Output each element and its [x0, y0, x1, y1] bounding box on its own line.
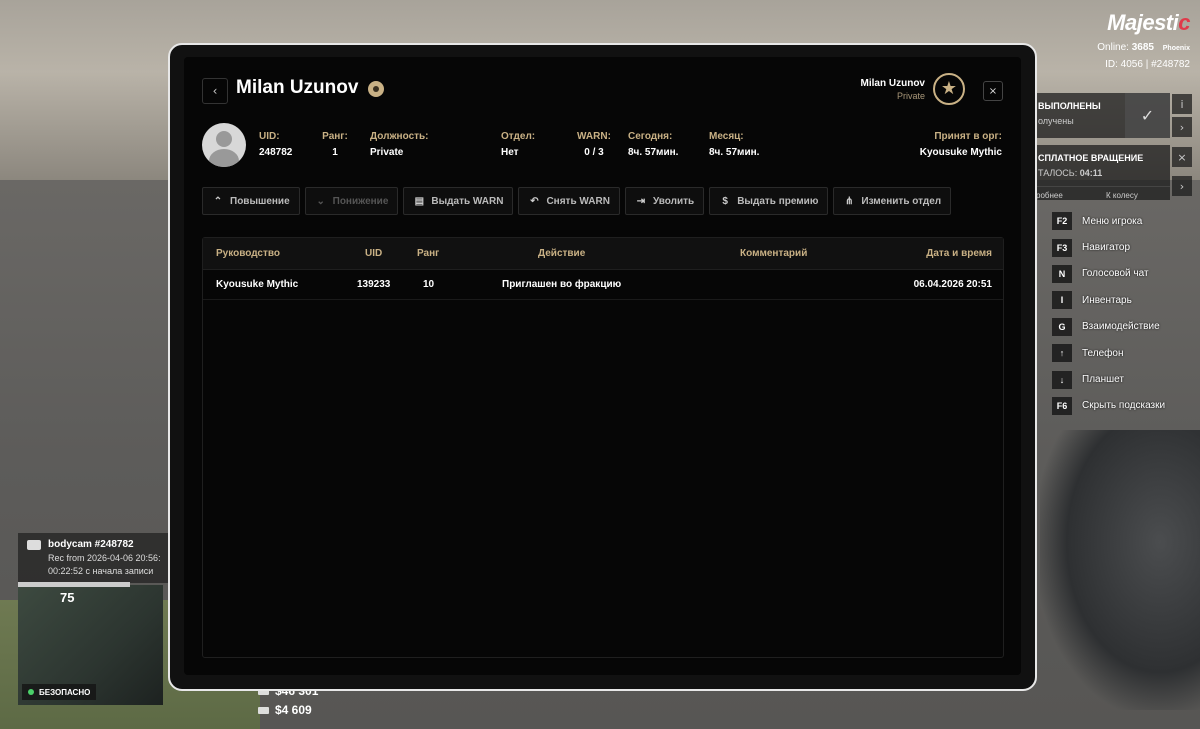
column-header-uid: UID [365, 248, 383, 259]
close-button[interactable]: × [983, 81, 1003, 101]
chevron-left-icon: ‹ [212, 84, 218, 98]
info-icon[interactable]: i [1172, 94, 1192, 114]
column-header-leader: Руководство [216, 248, 281, 259]
cell-leader: Kyousuke Mythic [216, 279, 299, 290]
coin-icon: $ [722, 195, 728, 207]
online-counter: Online: 3685 Phoenix [1097, 42, 1190, 53]
close-icon: × [988, 85, 998, 97]
hud-brand: Majestic Online: 3685 Phoenix ID: 4056 |… [1097, 10, 1190, 70]
status-dot-icon [28, 689, 34, 695]
remove-warn-button[interactable]: ↶ Снять WARN [518, 187, 620, 215]
info-warn: WARN: 0 / 3 [577, 131, 611, 158]
star-emblem-icon: ★ [933, 73, 965, 105]
history-table: Руководство UID Ранг Действие Комментари… [202, 237, 1004, 658]
table-header: Руководство UID Ранг Действие Комментари… [203, 238, 1003, 270]
undo-icon: ↶ [530, 195, 539, 207]
chevron-up-icon: ⌃ [213, 195, 223, 207]
column-header-action: Действие [538, 248, 586, 259]
quest-card-free-spin[interactable]: СПЛАТНОЕ ВРАЩЕНИЕ ТАЛОСЬ: 04:11 робнее К… [1030, 145, 1170, 200]
hotkey-row: ↓ Планшет [1052, 366, 1200, 392]
hotkey-row: ↑ Телефон [1052, 340, 1200, 366]
action-bar: ⌃ Повышение ⌄ Понижение ▤ Выдать WARN ↶ Снят… [202, 187, 952, 215]
cell-uid: 139233 [357, 279, 391, 290]
hotkey-row: N Голосовой чат [1052, 261, 1200, 287]
server-name: Phoenix [1162, 45, 1190, 52]
hotkey-row: F3 Навигатор [1052, 234, 1200, 260]
page-title: Milan Uzunov [236, 77, 359, 98]
hotkey-row: F6 Скрыть подсказки [1052, 393, 1200, 419]
info-post: Должность: Private [370, 131, 429, 158]
camera-icon [27, 540, 41, 550]
info-uid: UID: 248782 [259, 131, 293, 158]
brand-logo: Majestic [1107, 10, 1190, 35]
details-button[interactable]: робнее [1030, 187, 1100, 204]
give-warn-button[interactable]: ▤ Выдать WARN [403, 187, 514, 215]
column-header-rank: Ранг [417, 248, 440, 259]
chevron-right-icon[interactable]: › [1172, 176, 1192, 196]
bank-amount: $4 609 [258, 703, 312, 717]
demote-button[interactable]: ⌄ Понижение [304, 187, 399, 215]
player-id-line: ID: 4056 | #248782 [1105, 59, 1190, 70]
user-badge-icon [368, 81, 384, 97]
close-icon[interactable]: × [1172, 147, 1192, 167]
health-bar [18, 582, 130, 587]
hotkey-row: I Инвентарь [1052, 287, 1200, 313]
member-profile-modal: ‹ Milan Uzunov Milan Uzunov Private ★ × … [168, 43, 1037, 691]
info-invited-by: Принят в орг: Kyousuke Mythic [919, 131, 1002, 158]
chevron-right-icon[interactable]: › [1172, 117, 1192, 137]
chevron-down-icon: ⌄ [316, 195, 325, 207]
background-car [1040, 430, 1200, 710]
check-icon: ✓ [1125, 93, 1170, 138]
hierarchy-icon: ⋔ [845, 195, 854, 207]
cell-rank: 10 [423, 279, 435, 290]
document-icon: ▤ [414, 195, 425, 207]
column-header-comment: Комментарий [740, 248, 808, 259]
modal-content: ‹ Milan Uzunov Milan Uzunov Private ★ × … [184, 57, 1021, 675]
hotkey-row: G Взаимодействие [1052, 314, 1200, 340]
change-department-button[interactable]: ⋔ Изменить отдел [833, 187, 952, 215]
give-bonus-button[interactable]: $ Выдать премию [709, 187, 829, 215]
info-department: Отдел: Нет [501, 131, 536, 158]
table-row[interactable]: Kyousuke Mythic 139233 10 Приглашен во ф… [203, 269, 1003, 300]
speed-readout: 75 [60, 590, 75, 605]
card-icon [258, 706, 269, 714]
back-button[interactable]: ‹ [202, 78, 228, 104]
hotkey-row: F2 Меню игрока [1052, 208, 1200, 234]
exit-door-icon: ⇥ [636, 195, 646, 207]
bodycam-overlay: bodycam #248782 Rec from 2026-04-06 20:5… [18, 533, 168, 583]
to-wheel-button[interactable]: К колесу [1100, 187, 1170, 204]
quest-card-completed[interactable]: ВЫПОЛНЕНЫ олучены ✓ [1030, 93, 1170, 138]
avatar [202, 123, 246, 167]
cell-datetime: 06.04.2026 20:51 [913, 279, 992, 290]
info-month: Месяц: 8ч. 57мин. [709, 131, 760, 158]
info-rank: Ранг: 1 [322, 131, 348, 158]
fire-button[interactable]: ⇥ Уволить [624, 187, 705, 215]
column-header-datetime: Дата и время [926, 248, 992, 259]
info-today: Сегодня: 8ч. 57мин. [628, 131, 679, 158]
current-user: Milan Uzunov Private [860, 78, 925, 101]
safe-zone-badge: БЕЗОПАСНО [22, 684, 97, 700]
hotkey-hints: F2 Меню игрока F3 Навигатор N Голосовой чат… [1052, 208, 1200, 419]
promote-button[interactable]: ⌃ Повышение [202, 187, 300, 215]
cell-action: Приглашен во фракцию [502, 279, 622, 290]
